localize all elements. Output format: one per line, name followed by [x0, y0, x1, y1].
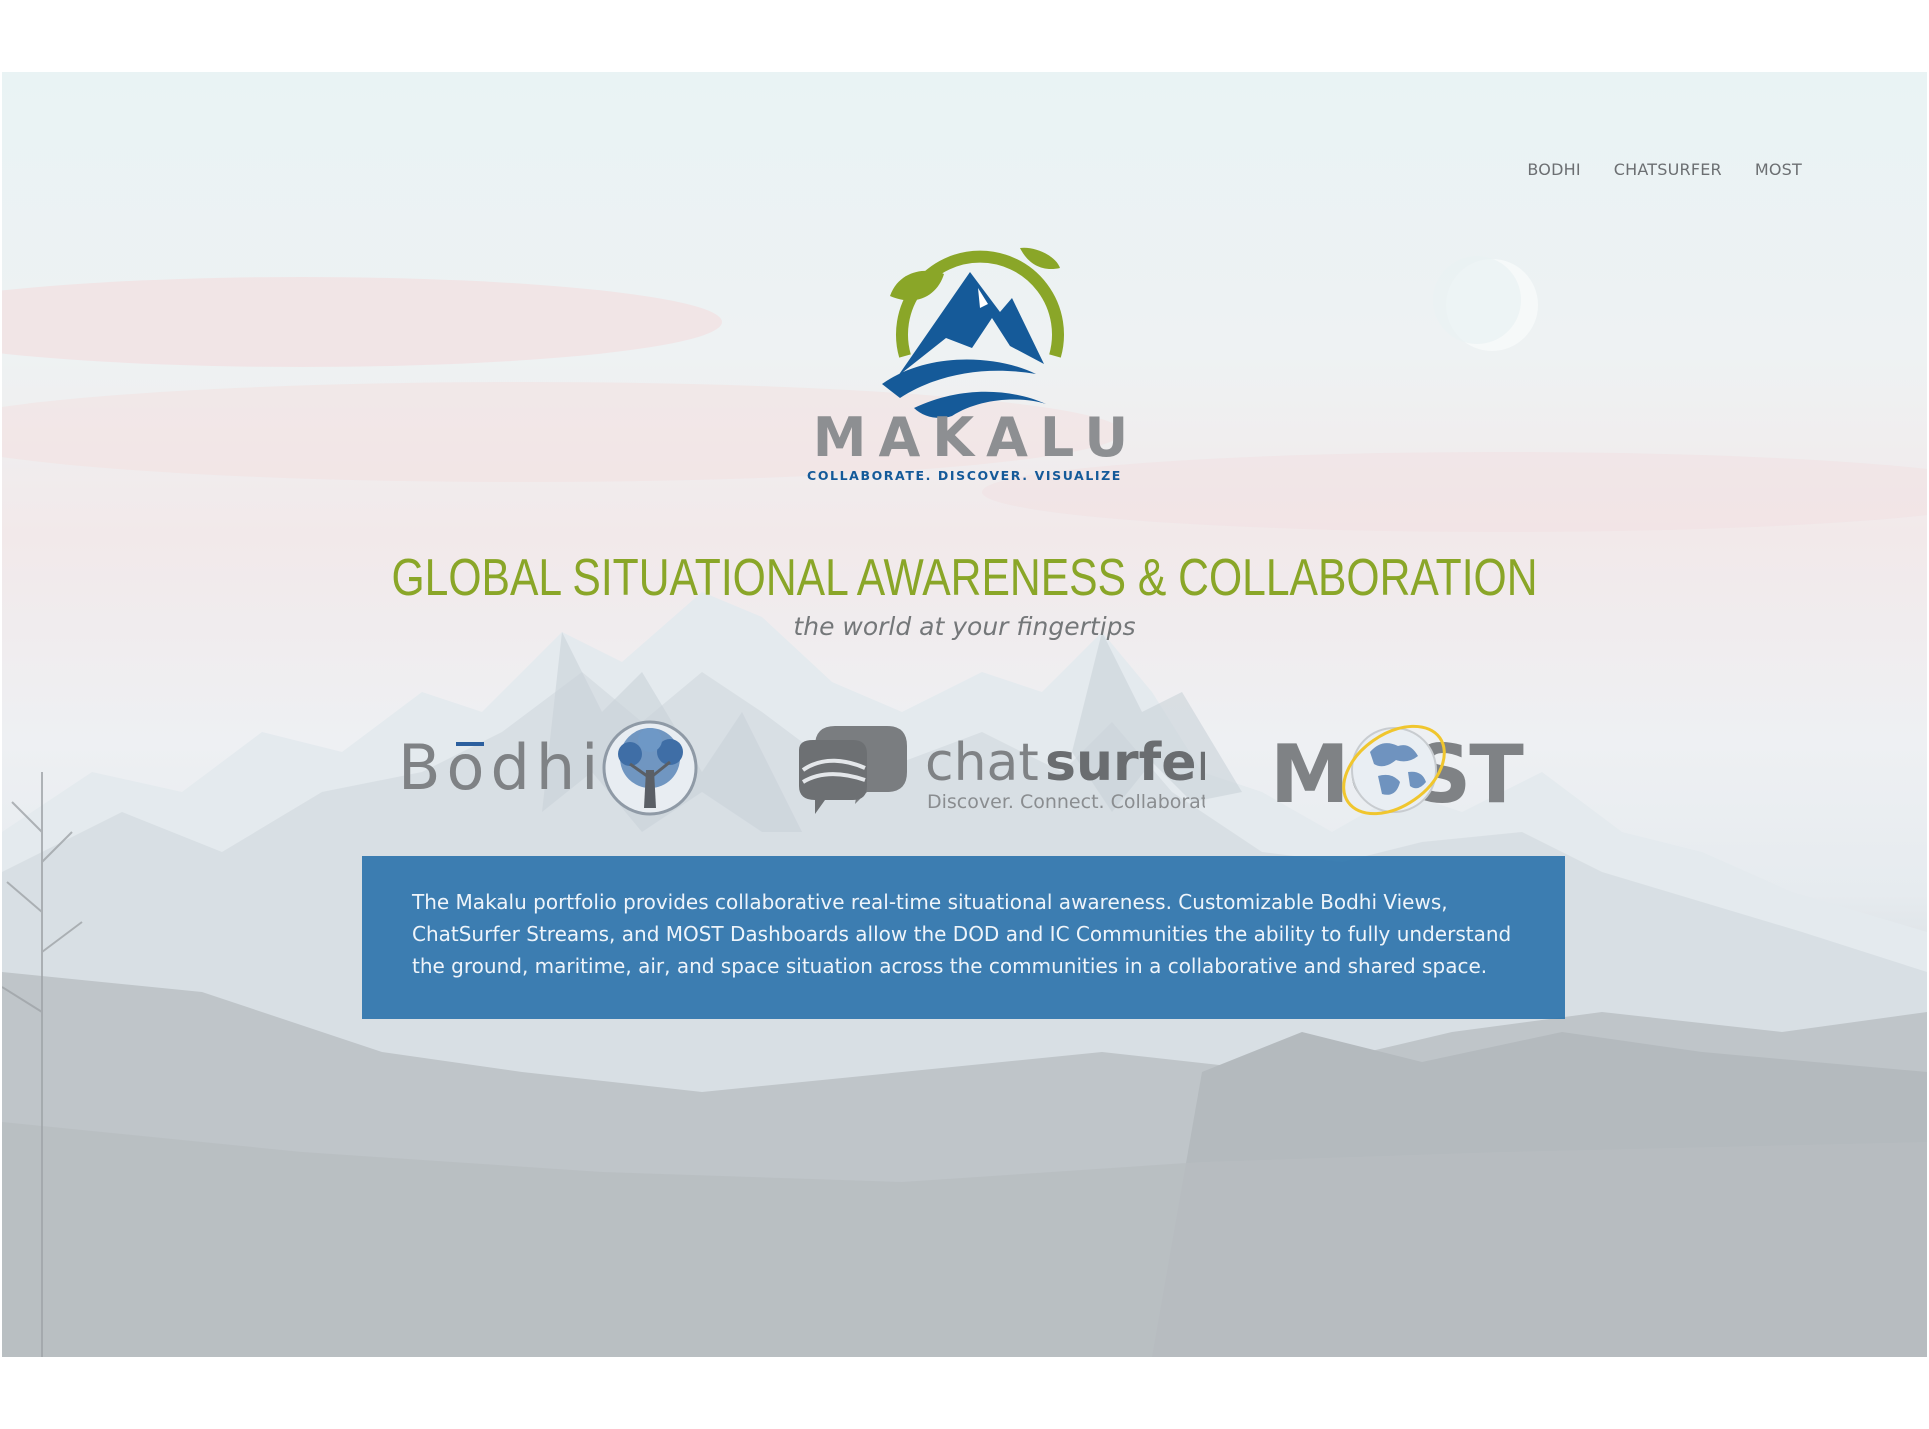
chatsurfer-word-chat: chat: [925, 733, 1039, 793]
chatsurfer-bubbles-icon: [799, 726, 907, 814]
moon-icon: [1433, 256, 1538, 351]
bodhi-logo[interactable]: Bodhi: [398, 718, 703, 818]
brand-name: MAKALU: [812, 406, 1141, 469]
info-box: The Makalu portfolio provides collaborat…: [362, 856, 1565, 1019]
chatsurfer-word-surfer: surfer: [1045, 733, 1205, 793]
nav-link-bodhi[interactable]: BODHI: [1527, 160, 1580, 179]
page-headline: GLOBAL SITUATIONAL AWARENESS & COLLABORA…: [391, 549, 1538, 607]
nav-link-most[interactable]: MOST: [1755, 160, 1802, 179]
chatsurfer-tagline: Discover. Connect. Collaborate.: [927, 791, 1205, 813]
top-nav: BODHI CHATSURFER MOST: [1527, 160, 1802, 179]
page-subheadline: the world at your fingertips: [793, 612, 1136, 641]
portfolio-description: The Makalu portfolio provides collaborat…: [412, 890, 1512, 978]
bodhi-tree-icon: [602, 720, 698, 816]
brand-tagline: COLLABORATE. DISCOVER. VISUALIZE: [807, 468, 1122, 483]
nav-link-chatsurfer[interactable]: CHATSURFER: [1614, 160, 1722, 179]
bodhi-logo-text: Bodhi: [398, 731, 604, 804]
most-logo[interactable]: MOST: [1270, 712, 1535, 827]
chatsurfer-logo[interactable]: chat surfer Discover. Connect. Collabora…: [795, 720, 1226, 820]
